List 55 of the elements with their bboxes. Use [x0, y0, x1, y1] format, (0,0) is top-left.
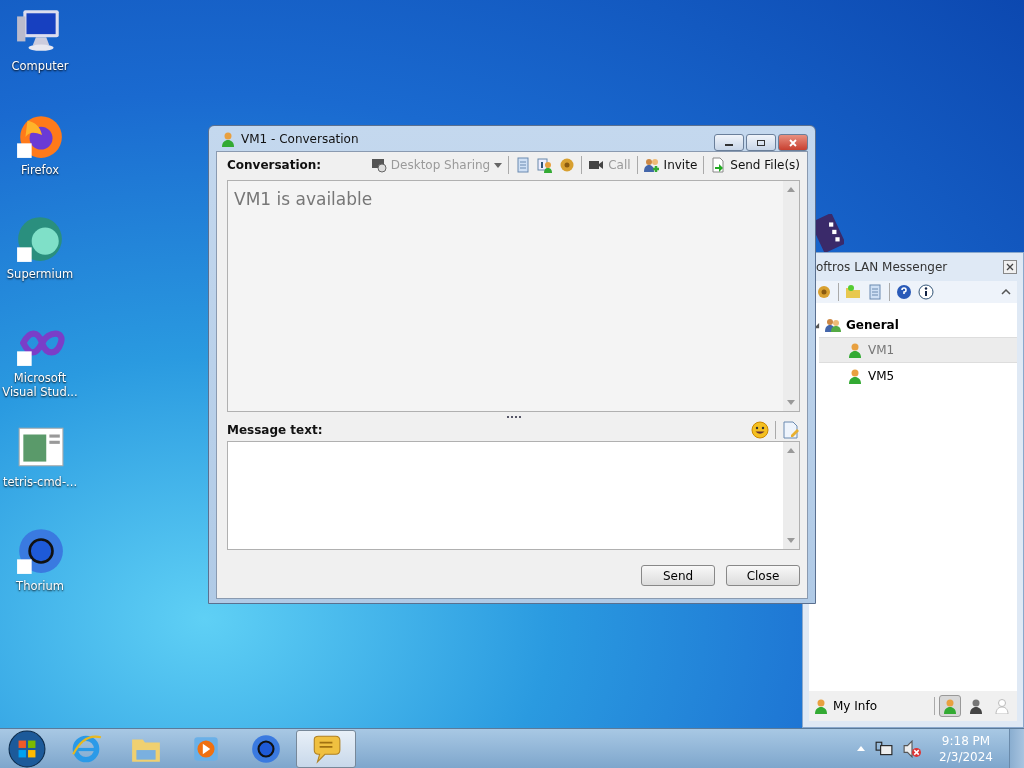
help-icon[interactable] [896, 284, 912, 300]
splitter-handle-icon[interactable] [506, 416, 521, 418]
ring-icon [250, 732, 282, 765]
network-icon[interactable] [875, 739, 894, 758]
person-icon [847, 342, 863, 358]
send-button[interactable]: Send [641, 565, 715, 586]
info-person-icon[interactable] [537, 157, 554, 173]
clock-time: 9:18 PM [941, 732, 991, 749]
gear-icon[interactable] [816, 284, 832, 300]
conversation-label: Conversation: [227, 158, 322, 172]
minimize-button[interactable] [714, 134, 744, 151]
clock-date: 2/3/2024 [939, 748, 993, 765]
close-icon [788, 138, 798, 147]
file-arrow-icon [710, 157, 727, 173]
close-button[interactable] [1003, 260, 1017, 274]
e-logo-icon [70, 732, 102, 765]
speaker-muted-icon[interactable] [903, 739, 922, 758]
desktop-icon-label[interactable]: Microsoft Visual Stud... [1, 371, 79, 399]
close-button[interactable] [778, 134, 808, 151]
collapse-icon[interactable] [1001, 289, 1011, 295]
person-icon [994, 698, 1010, 714]
message-input[interactable] [227, 441, 800, 550]
desktop-icon-label[interactable]: Computer [1, 59, 79, 73]
window-title: VM1 - Conversation [241, 131, 359, 146]
maximize-icon [756, 138, 766, 147]
people-add-icon [643, 157, 660, 173]
person-icon [942, 698, 958, 714]
close-icon [1006, 263, 1014, 271]
maximize-button[interactable] [746, 134, 776, 151]
invite-button[interactable]: Invite [643, 157, 698, 173]
my-info-label[interactable]: My Info [833, 699, 877, 713]
send-file-button[interactable]: Send File(s) [710, 157, 800, 173]
sphere-icon[interactable] [15, 214, 65, 264]
person-icon [813, 698, 829, 714]
caret-icon [494, 162, 503, 168]
start-orb-icon[interactable] [8, 729, 46, 768]
desktop-icon-label[interactable]: Firefox [1, 163, 79, 177]
desktop-icon-label[interactable]: Supermium [1, 267, 79, 281]
person-icon [968, 698, 984, 714]
group-icon [825, 317, 841, 333]
status-message: VM1 is available [233, 188, 373, 211]
info-icon[interactable] [918, 284, 934, 300]
group-name[interactable]: General [846, 318, 899, 332]
gear-icon[interactable] [559, 157, 576, 173]
smiley-icon[interactable] [751, 421, 769, 439]
person-icon [220, 130, 236, 147]
monitor-icon [370, 157, 387, 173]
person-icon [847, 368, 863, 384]
ring-icon[interactable] [15, 526, 65, 576]
contact-item[interactable]: VM1 [819, 337, 1017, 363]
contact-item[interactable]: VM5 [819, 363, 1017, 389]
desktop-icon-label[interactable]: tetris-cmd-... [1, 475, 79, 489]
window-title: oftros LAN Messenger [816, 260, 948, 274]
close-button[interactable]: Close [726, 565, 800, 586]
message-label: Message text: [227, 423, 323, 437]
